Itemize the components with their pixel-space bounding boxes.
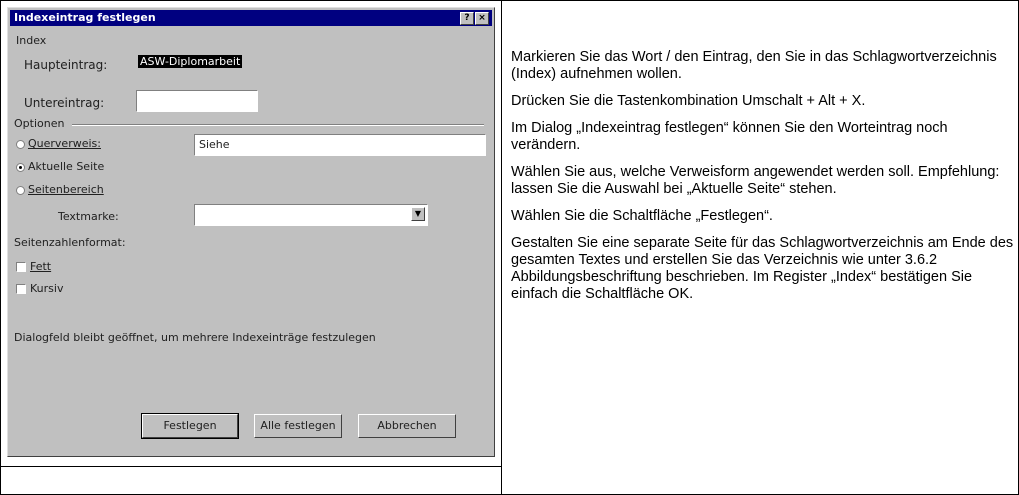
alle-festlegen-button[interactable]: Alle festlegen (254, 414, 342, 438)
index-group-label: Index (16, 34, 47, 47)
festlegen-button[interactable]: Festlegen (141, 413, 239, 439)
haupteintrag-input[interactable]: ASW-Diplomarbeit (136, 52, 258, 74)
instruction-paragraph: Gestalten Sie eine separate Seite für da… (511, 235, 1014, 302)
kursiv-label: Kursiv (30, 282, 64, 295)
textmarke-dropdown[interactable]: ▼ (194, 204, 428, 226)
table-row-divider (0, 466, 501, 467)
haupteintrag-value: ASW-Diplomarbeit (138, 55, 243, 68)
seitenzahlenformat-label: Seitenzahlenformat: (14, 236, 126, 249)
querverweis-radio[interactable] (16, 140, 25, 149)
kursiv-checkbox[interactable] (16, 284, 26, 294)
instructions: Markieren Sie das Wort / den Eintrag, de… (511, 49, 1015, 313)
dialog-titlebar: Indexeintrag festlegen ? × (10, 10, 492, 26)
instruction-paragraph: Wählen Sie die Schaltfläche „Festlegen“. (511, 208, 773, 224)
close-icon[interactable]: × (475, 12, 489, 25)
abbrechen-button[interactable]: Abbrechen (358, 414, 456, 438)
dialog-title: Indexeintrag festlegen (14, 11, 156, 24)
instruction-paragraph: Im Dialog „Indexeintrag festlegen“ könne… (511, 120, 948, 153)
instruction-paragraph: Drücken Sie die Tastenkombination Umscha… (511, 93, 866, 109)
optionen-group-label: Optionen (14, 117, 65, 130)
dialog-hint: Dialogfeld bleibt geöffnet, um mehrere I… (14, 331, 376, 344)
table-border-top (0, 0, 1019, 1)
chevron-down-icon[interactable]: ▼ (411, 207, 425, 221)
optionen-divider (72, 124, 484, 126)
aktuelle-seite-label: Aktuelle Seite (28, 160, 105, 173)
instruction-paragraph: Markieren Sie das Wort / den Eintrag, de… (511, 49, 997, 82)
textmarke-label: Textmarke: (58, 210, 119, 223)
untereintrag-input[interactable] (136, 90, 258, 112)
untereintrag-label: Untereintrag: (24, 96, 105, 110)
seitenbereich-radio[interactable] (16, 186, 25, 195)
haupteintrag-label: Haupteintrag: (24, 58, 108, 72)
seitenbereich-label: Seitenbereich (28, 183, 104, 196)
querverweis-label: Querverweis: (28, 137, 101, 150)
fett-checkbox[interactable] (16, 262, 26, 272)
table-border-left (0, 0, 1, 495)
index-entry-dialog: Indexeintrag festlegen ? × Index Hauptei… (7, 7, 495, 457)
instruction-paragraph: Wählen Sie aus, welche Verweisform angew… (511, 164, 1000, 197)
querverweis-input[interactable]: Siehe (194, 134, 486, 156)
fett-label: Fett (30, 260, 52, 273)
help-icon[interactable]: ? (460, 12, 474, 25)
table-column-divider (501, 0, 502, 495)
aktuelle-seite-radio[interactable] (16, 163, 25, 172)
